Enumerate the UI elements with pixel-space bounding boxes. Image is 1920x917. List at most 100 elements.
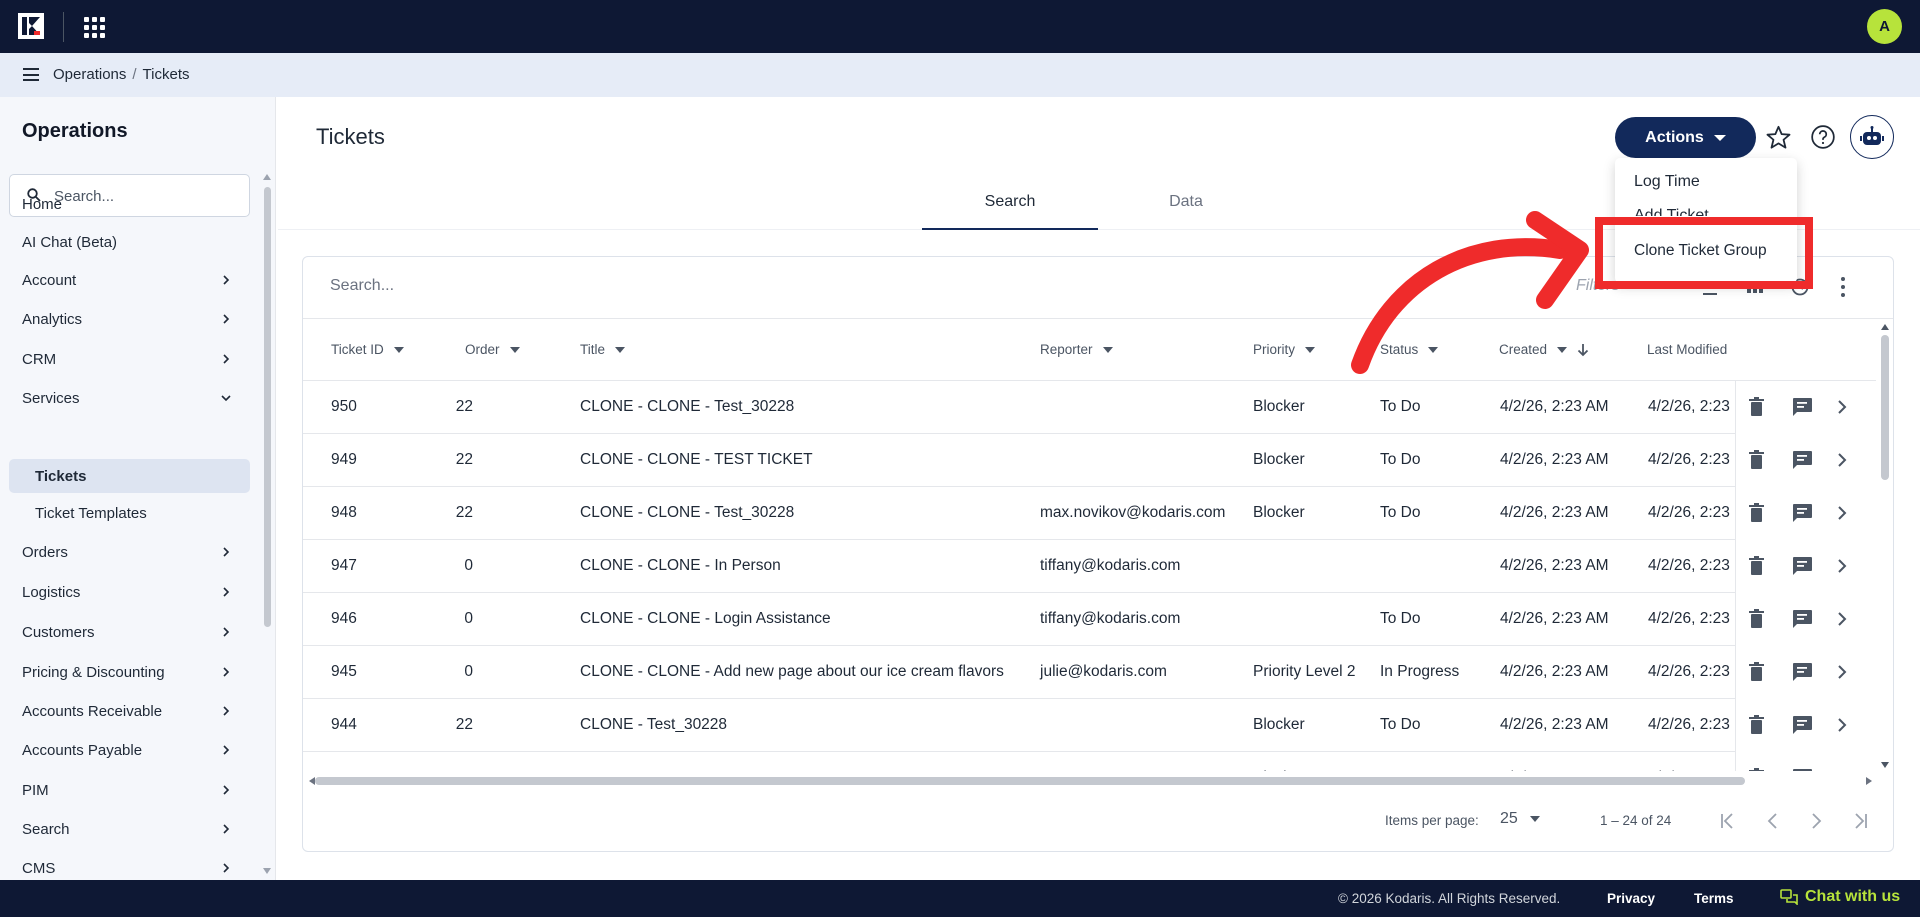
cell-created: 4/2/26, 2:23 AM xyxy=(1500,769,1609,771)
chevron-right-icon[interactable] xyxy=(1837,559,1847,573)
cell-status: To Do xyxy=(1380,716,1421,733)
sidebar-scrollbar[interactable] xyxy=(264,187,271,627)
column-header-title[interactable]: Title xyxy=(580,342,626,357)
table-row[interactable]: 950 22 CLONE - CLONE - Test_30228 Blocker To… xyxy=(303,381,1876,434)
table-row[interactable]: 943 22 CLONE - TEST TICKET Blocker To Do 4/2/… xyxy=(303,752,1876,771)
sidebar-item-account[interactable]: Account xyxy=(9,263,250,297)
privacy-link[interactable]: Privacy xyxy=(1607,891,1655,906)
chat-with-us-link[interactable]: Chat with us xyxy=(1780,888,1900,906)
first-page-icon[interactable] xyxy=(1718,811,1738,831)
sidebar-title: Operations xyxy=(22,120,128,142)
terms-link[interactable]: Terms xyxy=(1694,891,1734,906)
table-row[interactable]: 948 22 CLONE - CLONE - Test_30228 max.novik… xyxy=(303,487,1876,540)
column-header-last-modified[interactable]: Last Modified xyxy=(1647,342,1727,357)
sidebar-scroll-down[interactable] xyxy=(263,868,271,874)
column-header-reporter[interactable]: Reporter xyxy=(1040,342,1113,357)
cell-reporter: tiffany@kodaris.com xyxy=(1040,557,1181,574)
kodaris-logo[interactable] xyxy=(18,13,44,39)
column-header-priority[interactable]: Priority xyxy=(1253,342,1316,357)
star-icon[interactable] xyxy=(1765,124,1792,151)
comment-icon[interactable] xyxy=(1791,768,1813,771)
chevron-right-icon xyxy=(223,667,230,677)
tab-data[interactable]: Data xyxy=(1098,180,1274,230)
chevron-right-icon[interactable] xyxy=(1837,718,1847,732)
sidebar-item-label: Analytics xyxy=(22,310,83,328)
last-page-icon[interactable] xyxy=(1850,811,1870,831)
tab-search[interactable]: Search xyxy=(922,180,1098,230)
table-row[interactable]: 947 0 CLONE - CLONE - In Person tiffany@kod… xyxy=(303,540,1876,593)
sidebar-item-home[interactable]: Home xyxy=(9,187,250,221)
previous-page-icon[interactable] xyxy=(1763,811,1783,831)
sidebar-item-pim[interactable]: PIM xyxy=(9,773,250,807)
sidebar-item-pricing[interactable]: Pricing & Discounting xyxy=(9,655,250,689)
vscroll-up[interactable] xyxy=(1881,324,1889,330)
trash-icon[interactable] xyxy=(1748,662,1765,682)
sidebar-item-services[interactable]: Services xyxy=(9,381,250,415)
sidebar-item-accounts-payable[interactable]: Accounts Payable xyxy=(9,733,250,767)
chevron-right-icon[interactable] xyxy=(1837,400,1847,414)
sidebar-item-analytics[interactable]: Analytics xyxy=(9,302,250,336)
chat-label: Chat with us xyxy=(1805,888,1901,905)
sidebar-item-label: Home xyxy=(22,195,63,213)
column-header-order[interactable]: Order xyxy=(465,342,520,357)
column-header-ticket-id[interactable]: Ticket ID xyxy=(331,342,404,357)
trash-icon[interactable] xyxy=(1748,450,1765,470)
comment-icon[interactable] xyxy=(1791,609,1813,629)
menu-item-add-ticket[interactable]: Add Ticket xyxy=(1634,208,1709,216)
more-options-icon[interactable] xyxy=(1840,277,1846,297)
trash-icon[interactable] xyxy=(1748,503,1765,523)
table-row[interactable]: 949 22 CLONE - CLONE - TEST TICKET Blocker T… xyxy=(303,434,1876,487)
actions-label: Actions xyxy=(1645,128,1704,146)
sidebar-item-label: AI Chat (Beta) xyxy=(22,233,118,251)
breadcrumb-tickets[interactable]: Tickets xyxy=(143,66,190,83)
comment-icon[interactable] xyxy=(1791,556,1813,576)
trash-icon[interactable] xyxy=(1748,556,1765,576)
chevron-right-icon[interactable] xyxy=(1837,506,1847,520)
sidebar-item-label: Accounts Receivable xyxy=(22,702,163,720)
trash-icon[interactable] xyxy=(1748,768,1765,771)
sidebar-item-tickets[interactable]: Tickets xyxy=(9,459,250,493)
sidebar-scroll-up[interactable] xyxy=(263,174,271,180)
items-per-page-select[interactable]: 25 xyxy=(1500,810,1540,828)
actions-button[interactable]: Actions xyxy=(1615,117,1756,158)
table-row[interactable]: 944 22 CLONE - Test_30228 Blocker To Do 4/2/2… xyxy=(303,699,1876,752)
hscroll-right[interactable] xyxy=(1866,777,1872,785)
next-page-icon[interactable] xyxy=(1806,811,1826,831)
menu-item-log-time[interactable]: Log Time xyxy=(1634,173,1700,191)
ai-assistant-button[interactable] xyxy=(1850,115,1894,159)
sidebar-item-customers[interactable]: Customers xyxy=(9,615,250,649)
caret-down-icon xyxy=(1305,346,1316,353)
comment-icon[interactable] xyxy=(1791,397,1813,417)
chevron-right-icon[interactable] xyxy=(1837,665,1847,679)
comment-icon[interactable] xyxy=(1791,450,1813,470)
cell-last-modified: 4/2/26, 2:23 xyxy=(1648,504,1730,521)
comment-icon[interactable] xyxy=(1791,503,1813,523)
apps-grid-icon[interactable] xyxy=(84,17,105,38)
trash-icon[interactable] xyxy=(1748,715,1765,735)
sidebar-item-orders[interactable]: Orders xyxy=(9,535,250,569)
trash-icon[interactable] xyxy=(1748,397,1765,417)
row-actions xyxy=(1735,752,1876,771)
sidebar-item-accounts-receivable[interactable]: Accounts Receivable xyxy=(9,694,250,728)
sidebar-item-ticket-templates[interactable]: Ticket Templates xyxy=(9,496,250,530)
hamburger-menu-icon[interactable] xyxy=(23,68,39,81)
sidebar-item-search[interactable]: Search xyxy=(9,812,250,846)
chevron-right-icon[interactable] xyxy=(1837,453,1847,467)
trash-icon[interactable] xyxy=(1748,609,1765,629)
table-search-input[interactable]: Search... xyxy=(330,277,394,295)
table-row[interactable]: 945 0 CLONE - CLONE - Add new page about o… xyxy=(303,646,1876,699)
highlight-box xyxy=(1595,217,1813,289)
chevron-right-icon[interactable] xyxy=(1837,612,1847,626)
help-icon[interactable] xyxy=(1810,124,1836,150)
vertical-scrollbar[interactable] xyxy=(1881,335,1889,480)
comment-icon[interactable] xyxy=(1791,715,1813,735)
horizontal-scrollbar[interactable] xyxy=(315,777,1745,785)
sidebar-item-logistics[interactable]: Logistics xyxy=(9,575,250,609)
table-row[interactable]: 946 0 CLONE - CLONE - Login Assistance tiff… xyxy=(303,593,1876,646)
comment-icon[interactable] xyxy=(1791,662,1813,682)
sidebar-item-ai-chat[interactable]: AI Chat (Beta) xyxy=(9,225,250,259)
vscroll-down[interactable] xyxy=(1881,762,1889,768)
sidebar-item-crm[interactable]: CRM xyxy=(9,342,250,376)
user-avatar[interactable]: A xyxy=(1867,9,1902,44)
breadcrumb-operations[interactable]: Operations xyxy=(53,66,126,83)
